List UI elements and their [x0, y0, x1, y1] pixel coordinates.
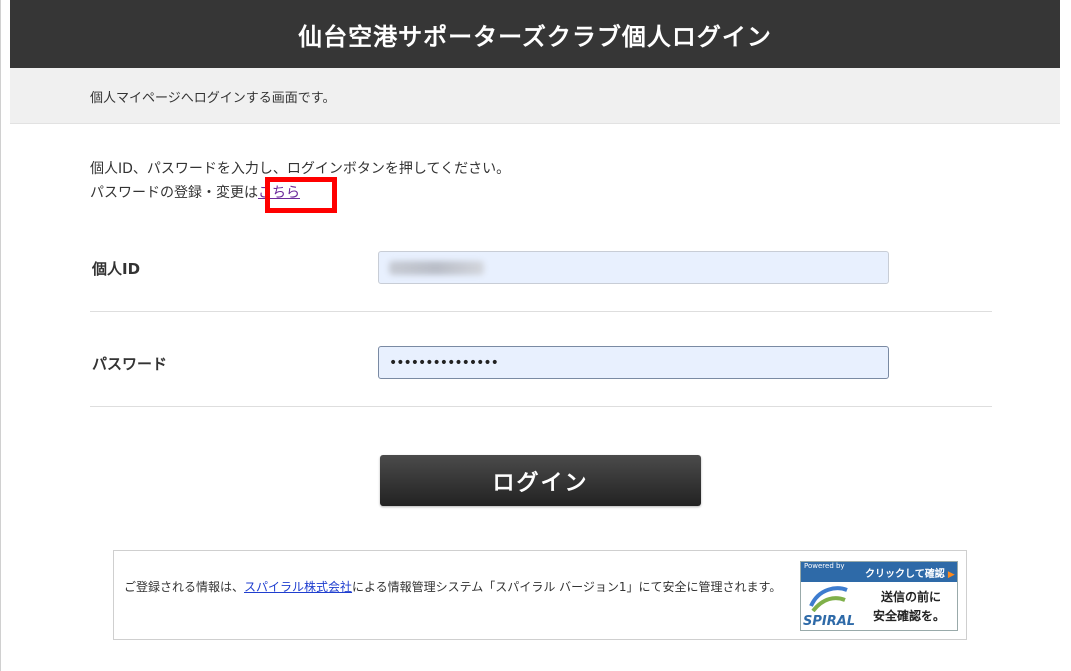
instruction-text: 個人ID、パスワードを入力し、ログインボタンを押してください。 [90, 161, 511, 177]
divider [90, 311, 992, 312]
user-id-input[interactable] [378, 251, 889, 284]
password-mask: ••••••••••••••• [389, 355, 499, 371]
badge-text-2: 安全確認を。 [873, 609, 946, 623]
spiral-company-link[interactable]: スパイラル株式会社 [244, 580, 352, 594]
spiral-security-badge[interactable]: Powered by クリックして確認 SPIRAL 送信の前に 安全確認を。 [800, 561, 958, 631]
security-notice: ご登録される情報は、スパイラル株式会社による情報管理システム「スパイラル バージ… [113, 550, 967, 640]
password-input[interactable]: ••••••••••••••• [378, 346, 889, 379]
description-text: 個人マイページへログインする画面です。 [90, 91, 336, 106]
spiral-brand-text: SPIRAL [803, 614, 856, 629]
powered-by-text: Powered by [804, 562, 845, 570]
blurred-user-id [389, 261, 484, 275]
spiral-logo-icon [809, 586, 848, 612]
login-button-label: ログイン [492, 470, 589, 496]
notice-text: ご登録される情報は、スパイラル株式会社による情報管理システム「スパイラル バージ… [124, 578, 794, 596]
notice-prefix: ご登録される情報は、 [124, 580, 245, 594]
divider [90, 406, 992, 407]
page-title-bar: 仙台空港サポーターズクラブ個人ログイン [10, 0, 1060, 68]
description-bar: 個人マイページへログインする画面です。 [10, 68, 1060, 124]
user-id-label: 個人ID [92, 260, 141, 278]
page-title: 仙台空港サポーターズクラブ個人ログイン [298, 22, 772, 51]
click-confirm-text: クリックして確認 [865, 565, 955, 580]
highlight-box [265, 177, 337, 213]
badge-text-1: 送信の前に [881, 590, 942, 604]
notice-suffix: による情報管理システム「スパイラル バージョン1」にて安全に管理されます。 [352, 580, 782, 594]
password-label: パスワード [92, 355, 168, 373]
password-register-prefix: パスワードの登録・変更は [90, 185, 258, 201]
login-button[interactable]: ログイン [380, 455, 701, 506]
